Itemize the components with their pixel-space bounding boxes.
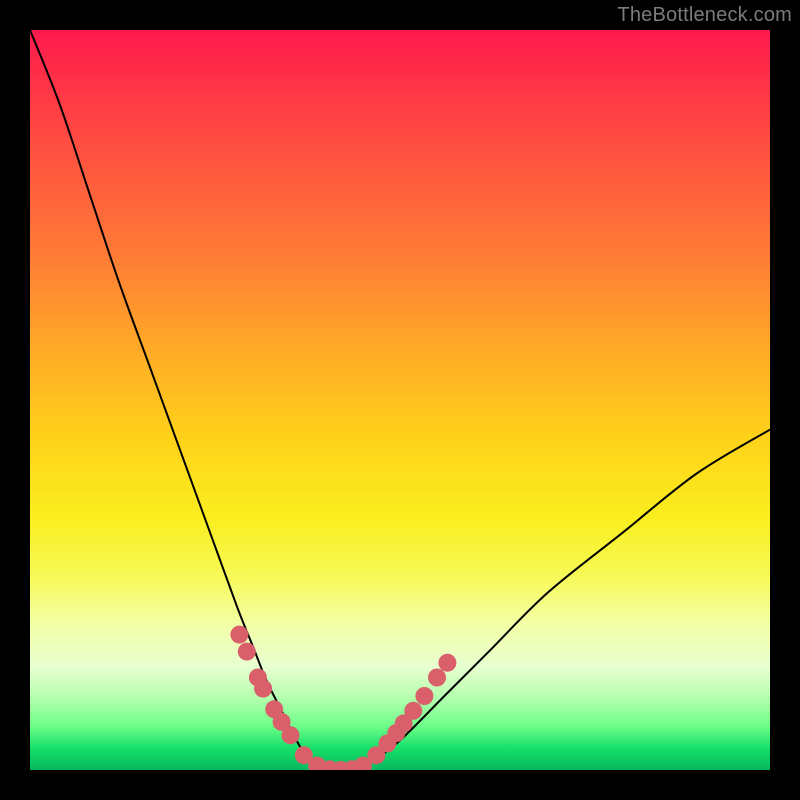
bottleneck-curve [30,30,770,770]
marker-dot [428,669,446,687]
curve-path [30,30,770,770]
marker-dot [254,680,272,698]
marker-dot [438,654,456,672]
watermark-text: TheBottleneck.com [617,4,792,27]
plot-background [30,30,770,770]
marker-dot [238,643,256,661]
marker-dot [230,626,248,644]
marker-dot [282,726,300,744]
chart-frame: TheBottleneck.com [0,0,800,800]
marker-dot [415,687,433,705]
marker-dot [404,702,422,720]
